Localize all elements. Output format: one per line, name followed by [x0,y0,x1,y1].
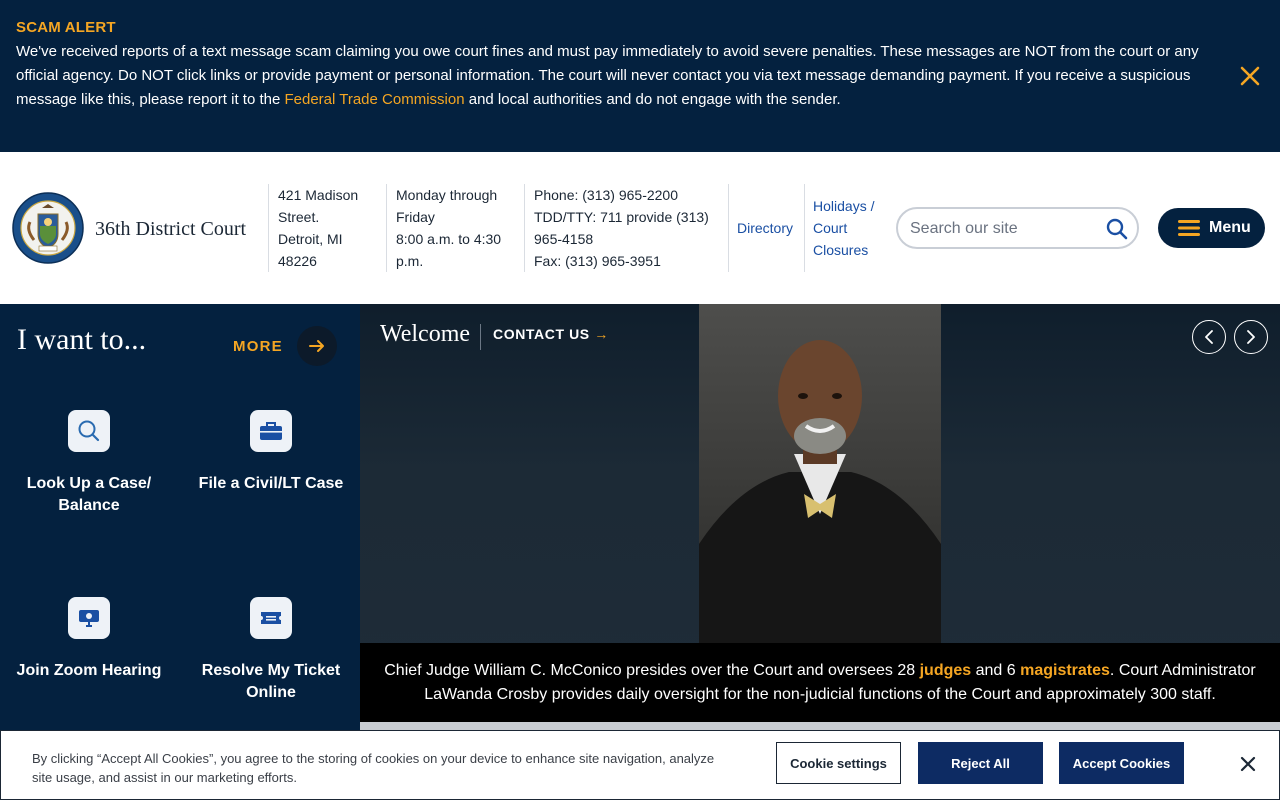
hours-block: Monday through Friday 8:00 a.m. to 4:30 … [386,184,524,272]
next-slide-button[interactable] [1234,320,1268,354]
task-look-up-case[interactable]: Look Up a Case/ Balance [4,410,174,517]
alert-text-part: and local authorities and do not engage … [464,91,841,108]
holidays-label-line[interactable]: Court [813,217,874,239]
video-call-icon[interactable] [68,597,110,639]
alert-title: SCAM ALERT [16,19,116,36]
court-seal-logo[interactable] [12,192,84,264]
address-line: 421 Madison [278,187,359,203]
menu-label: Menu [1209,219,1251,236]
task-label[interactable]: Resolve My Ticket Online [186,660,356,704]
hero-slideshow: Welcome CONTACT US → Chief Judge William… [360,304,1280,722]
task-file-civil-case[interactable]: File a Civil/LT Case [186,410,356,495]
more-link[interactable]: MORE [233,326,337,366]
cookie-banner: By clicking “Accept All Cookies”, you ag… [0,730,1280,800]
task-label-line[interactable]: File a Civil/LT Case [186,473,356,495]
more-label[interactable]: MORE [233,338,283,355]
task-label-line[interactable]: Resolve My Ticket [186,660,356,682]
previous-slide-button[interactable] [1192,320,1226,354]
magistrates-link[interactable]: magistrates [1020,662,1110,679]
court-name[interactable]: 36th District Court [95,218,246,241]
holidays-link[interactable]: Holidays / Court Closures [804,184,890,272]
briefcase-icon[interactable] [250,410,292,452]
ftc-link[interactable]: Federal Trade Commission [284,91,464,108]
task-label-line[interactable]: Online [186,682,356,704]
task-join-zoom-hearing[interactable]: Join Zoom Hearing [4,597,174,682]
address-line: 48226 [278,253,317,269]
ticket-icon[interactable] [250,597,292,639]
divider [480,324,481,350]
address-block: 421 Madison Street. Detroit, MI 48226 [268,184,386,272]
cookie-text: By clicking “Accept All Cookies”, you ag… [32,751,715,785]
close-icon[interactable] [1238,64,1262,88]
contact-line: 965-4158 [534,231,594,247]
cookie-settings-button[interactable]: Cookie settings [776,742,901,784]
search-box [896,207,1139,249]
task-label-line[interactable]: Join Zoom Hearing [4,660,174,682]
contact-line: TDD/TTY: 711 provide (313) [534,209,709,225]
scam-alert-banner: SCAM ALERT We've received reports of a t… [0,0,1280,152]
chevron-left-icon [1205,330,1213,344]
judges-link[interactable]: judges [920,662,972,679]
alert-text: We've received reports of a text message… [16,40,1230,112]
contact-us-link[interactable]: CONTACT US → [493,326,609,342]
directory-link[interactable]: Directory [728,184,804,272]
task-label-line[interactable]: Look Up a Case/ [4,473,174,495]
search-icon[interactable] [1105,217,1129,241]
menu-button[interactable]: Menu [1158,208,1265,248]
welcome-heading: Welcome [380,321,471,347]
task-label-line[interactable]: Balance [4,495,174,517]
hours-line: p.m. [396,253,424,269]
contact-block: Phone: (313) 965-2200 TDD/TTY: 711 provi… [524,184,728,272]
hero-caption: Chief Judge William C. McConico presides… [360,643,1280,722]
arrow-right-icon: → [594,326,609,342]
hero-bottom-strip [360,722,1280,730]
holidays-label-line[interactable]: Holidays / [813,195,874,217]
hamburger-icon [1178,220,1200,236]
site-header: 36th District Court 421 Madison Street. … [0,152,1280,304]
chief-judge-portrait [699,304,941,643]
task-label[interactable]: Look Up a Case/ Balance [4,473,174,517]
close-icon[interactable] [1239,755,1257,773]
task-resolve-ticket[interactable]: Resolve My Ticket Online [186,597,356,704]
search-input[interactable] [910,218,1100,240]
arrow-right-icon[interactable] [296,326,337,366]
holidays-label-line[interactable]: Closures [813,239,874,261]
task-label[interactable]: Join Zoom Hearing [4,660,174,682]
caption-text: and 6 [971,662,1021,679]
caption-text: Chief Judge William C. McConico presides… [384,662,920,679]
reject-all-button[interactable]: Reject All [918,742,1043,784]
address-line: Detroit, MI [278,231,343,247]
contact-line: Phone: (313) 965-2200 [534,187,678,203]
i-want-to-panel: I want to... MORE Look Up a Case/ Balanc… [0,304,360,730]
directory-label[interactable]: Directory [737,217,793,239]
hours-line: Monday through [396,187,498,203]
i-want-to-heading: I want to... [17,323,147,356]
contact-us-label[interactable]: CONTACT US [493,326,590,342]
hours-line: Friday [396,209,435,225]
hours-line: 8:00 a.m. to 4:30 [396,231,502,247]
task-label[interactable]: File a Civil/LT Case [186,473,356,495]
contact-line: Fax: (313) 965-3951 [534,253,661,269]
address-line: Street. [278,209,320,225]
chevron-right-icon [1247,330,1255,344]
search-icon[interactable] [68,410,110,452]
accept-cookies-button[interactable]: Accept Cookies [1059,742,1184,784]
